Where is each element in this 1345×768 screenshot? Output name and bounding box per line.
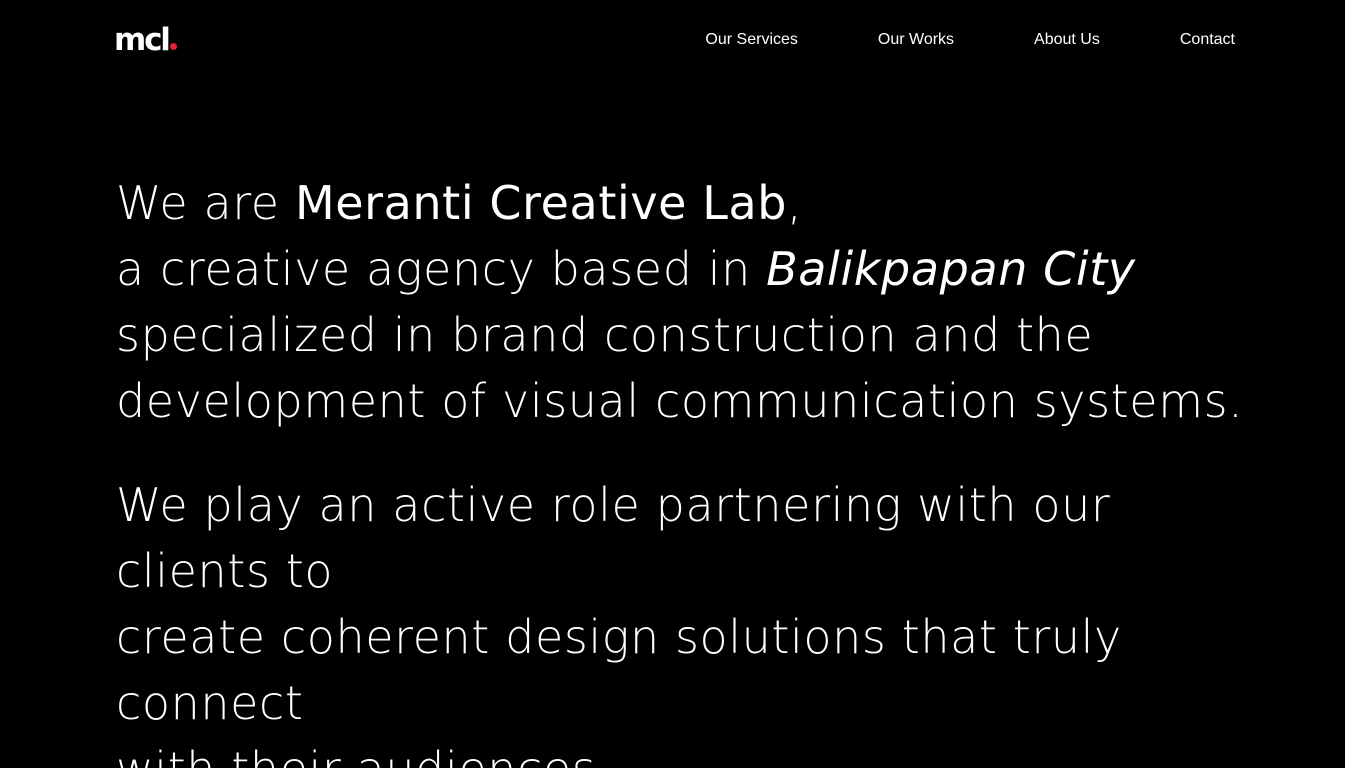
intro-line-3: specialized in brand construction and th… [116, 308, 1094, 362]
logo-text: mcl [114, 22, 171, 58]
nav-item-our-services[interactable]: Our Services [705, 30, 797, 50]
logo-dot-icon [169, 43, 177, 50]
mission-line-2: create coherent design solutions that tr… [116, 610, 1122, 730]
mission-paragraph: We play an active role partnering with o… [116, 472, 1256, 768]
mission-line-1: We play an active role partnering with o… [116, 478, 1111, 598]
nav-item-contact[interactable]: Contact [1180, 30, 1235, 50]
intro-comma: , [787, 176, 803, 230]
mission-line-3: with their audiences. [116, 742, 612, 768]
intro-line-2-prefix: a creative agency based in [116, 242, 767, 296]
site-header: mcl Our Services Our Works About Us Cont… [0, 0, 1345, 80]
nav-item-about-us[interactable]: About Us [1034, 30, 1100, 50]
logo[interactable]: mcl [114, 23, 177, 57]
hero-section: We are Meranti Creative Lab, a creative a… [116, 170, 1256, 768]
intro-prefix: We are [116, 176, 295, 230]
intro-line-4: development of visual communication syst… [116, 374, 1244, 428]
nav-item-our-works[interactable]: Our Works [878, 30, 954, 50]
intro-paragraph: We are Meranti Creative Lab, a creative a… [116, 170, 1256, 434]
company-name: Meranti Creative Lab [294, 176, 788, 230]
main-nav: Our Services Our Works About Us Contact [705, 30, 1235, 50]
city-name: Balikpapan City [766, 242, 1136, 296]
